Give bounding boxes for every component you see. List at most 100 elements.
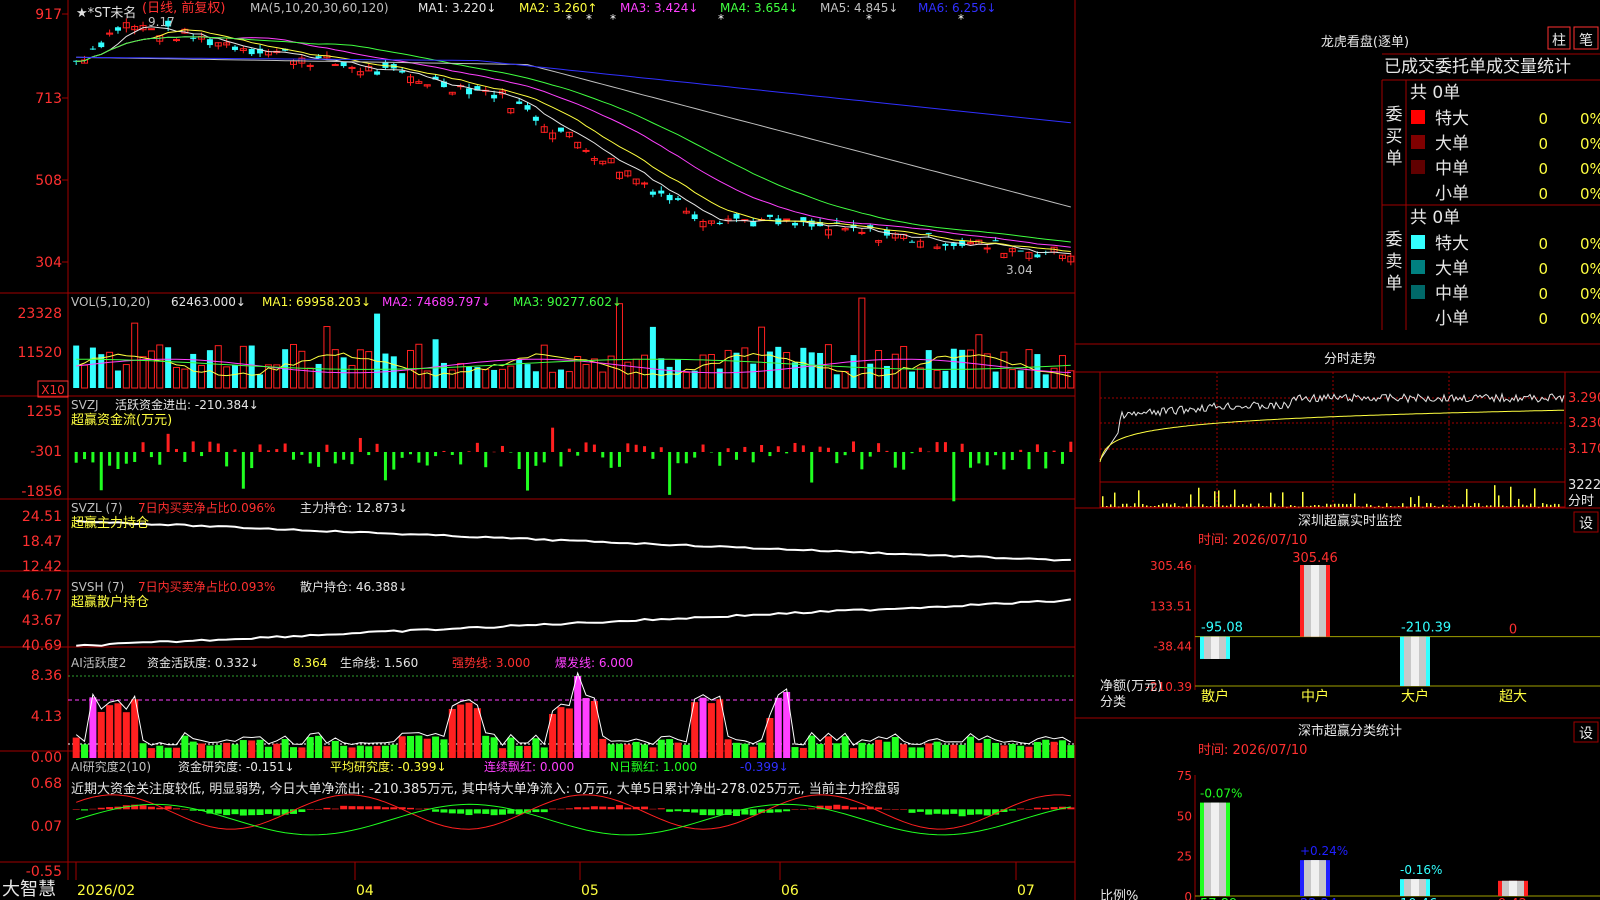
svzj-bar-pos (1019, 449, 1023, 452)
intraday-vol-bar (1262, 506, 1264, 507)
intraday-vol-bar (1446, 506, 1448, 507)
ai2-bar (524, 746, 532, 758)
svzj-bar-neg (158, 452, 162, 465)
vol-ma1-line (76, 352, 1071, 378)
sell-row-label: 小单 (1435, 309, 1469, 329)
intraday-vol-bar (1326, 503, 1328, 507)
ai2-bar (498, 748, 506, 758)
vol-bar-up (841, 371, 849, 389)
ai2-bar (331, 740, 339, 758)
svzj-bar-pos (726, 448, 730, 452)
intraday-vol-bar (1430, 503, 1432, 507)
ai2-bar (465, 702, 473, 758)
svzj-bar-pos (500, 445, 504, 452)
price-candle-down (206, 39, 213, 46)
monitor-title: 深圳超赢实时监控 (1298, 513, 1402, 529)
svzj-bar-neg (83, 452, 87, 460)
intraday-vol-bar (1302, 491, 1304, 507)
ai2-bar (398, 736, 406, 758)
intraday-vol-bar (1434, 505, 1436, 507)
ai2-t1: 资金活跃度: 0.332↓ (147, 655, 259, 670)
svzj-bar-neg (250, 452, 254, 469)
airesearch-t5: -0.399↓ (740, 760, 789, 774)
airesearch-bar-pos (565, 808, 573, 810)
vol-bar-down (73, 345, 80, 388)
svzj-bar-pos (283, 443, 287, 452)
vol-bar-up (682, 371, 690, 389)
vol-bar-up (783, 351, 791, 389)
intraday-vol-bar (1294, 505, 1296, 507)
svzj-bar-pos (442, 450, 446, 452)
ai2-bar (774, 697, 782, 758)
ai2-bar (574, 676, 582, 758)
star-mark: * (566, 12, 572, 26)
airesearch-bar-neg (432, 809, 440, 812)
airesearch-bar-pos (590, 806, 598, 810)
intraday-vol-bar (1414, 503, 1416, 507)
star-mark: * (958, 12, 964, 26)
monitor-ylabel: 净额(万元) (1100, 679, 1162, 694)
airesearch-t1: 资金研究度: -0.151↓ (178, 759, 295, 774)
ai2-bar (81, 744, 89, 758)
sell-row-label: 特大 (1435, 234, 1469, 254)
airesearch-bar-pos (649, 808, 657, 810)
ai2-bar (557, 707, 565, 758)
vol-bar-down (231, 364, 238, 388)
vol-bar-down (248, 345, 255, 388)
svzj-bar-neg (1027, 452, 1031, 470)
vol-bar-down (992, 371, 999, 388)
airesearch-bar-pos (415, 808, 423, 810)
airesearch-bar-pos (607, 806, 615, 810)
intraday-vol-bar (1362, 506, 1364, 508)
intraday-vol-bar (1418, 495, 1420, 507)
price-candle-down (1017, 250, 1024, 252)
svzj-bar-pos (877, 443, 881, 452)
intraday-vol-bar (1222, 505, 1224, 507)
svzj-bar-neg (576, 452, 580, 456)
price-candle-down (466, 88, 473, 95)
svzj-bar-pos (935, 442, 939, 452)
ai2-bar (407, 735, 415, 758)
ai2-bar (432, 736, 440, 758)
svzj-bar-neg (1060, 452, 1064, 464)
stock-chart-canvas[interactable]: 917 713 508 304 ★*ST未名 (日线, 前复权) MA(5,10,20,30… (0, 0, 1600, 900)
svzj-bar-pos (1069, 441, 1073, 452)
svzj-bar-pos (927, 451, 931, 453)
intraday-vol-bar (1538, 506, 1540, 508)
bar-mode-label: 柱 (1552, 33, 1566, 49)
intraday-avg-line (1099, 409, 1565, 463)
svzj-y-tick: 1255 (26, 404, 62, 420)
ai2-bar (315, 735, 323, 758)
intraday-vol-bar (1426, 503, 1428, 507)
intraday-vol-bar (1138, 490, 1140, 507)
ai2-bar (423, 738, 431, 758)
intraday-vol-bar (1254, 506, 1256, 508)
airesearch-bar-neg (691, 809, 699, 813)
airesearch-bar-neg (666, 809, 674, 812)
vol-ma3-legend: MA3: 90277.602↓ (513, 295, 622, 309)
sell-side-label: 单 (1386, 274, 1403, 294)
airesearch-bar-pos (615, 805, 623, 810)
buy-row-qty: 0 (1538, 135, 1548, 153)
ai2-bar (624, 744, 632, 758)
intraday-vol-bar (1502, 505, 1504, 507)
ma5-legend: MA5: 4.845↓ (820, 1, 898, 15)
airesearch-bar-pos (858, 807, 866, 810)
ai2-bar (289, 747, 297, 758)
svzj-bar-pos (191, 441, 195, 452)
vol-bar-up (875, 350, 883, 389)
vol-bar-up (198, 364, 206, 389)
intraday-vol-bar (1178, 506, 1180, 507)
ai2-bar (373, 745, 381, 758)
vol-bar-down (791, 362, 798, 388)
svzj-legend: 活跃资金进出: -210.384↓ (115, 397, 259, 412)
svzj-bar-neg (718, 452, 722, 466)
ai2-bar (791, 747, 799, 758)
intraday-vol-bar (1218, 490, 1220, 507)
ai2-bar (808, 735, 816, 758)
intraday-vol-bar (1494, 485, 1496, 507)
svzj-bar-neg (417, 452, 421, 463)
intraday-vol-bar (1498, 495, 1500, 507)
svzj-bar-pos (885, 450, 889, 452)
vol-bar-down (950, 348, 957, 388)
